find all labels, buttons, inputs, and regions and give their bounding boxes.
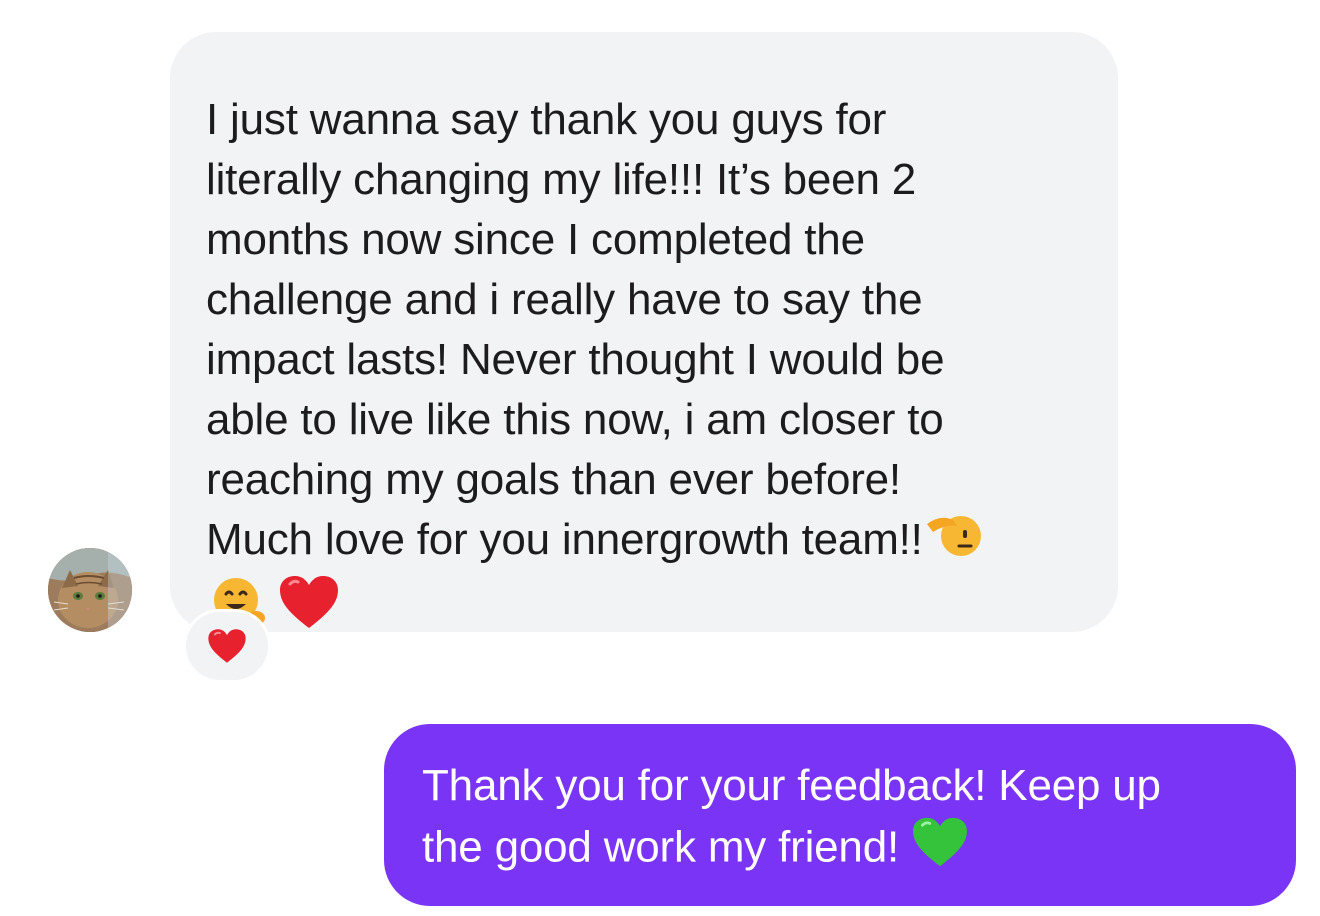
saluting-face-icon [923,510,981,574]
sender-avatar[interactable] [48,548,132,632]
red-heart-icon [278,574,340,646]
incoming-message-bubble[interactable]: I just wanna say thank you guys for lite… [170,32,1118,632]
incoming-line: able to live like this now, i am closer … [206,395,944,444]
heart-reaction[interactable] [183,609,271,683]
red-heart-icon [208,629,246,663]
incoming-line: I just wanna say thank you guys for [206,95,887,144]
incoming-line: challenge and i really have to say the [206,275,923,324]
outgoing-message-bubble[interactable]: Thank you for your feedback! Keep up the … [384,724,1296,906]
chat-thread: I just wanna say thank you guys for lite… [0,0,1320,916]
incoming-line: Much love for you innergrowth team!! [206,515,923,564]
incoming-line: literally changing my life!!! It’s been … [206,155,917,204]
incoming-line: months now since I completed the [206,215,865,264]
incoming-line: impact lasts! Never thought I would be [206,335,945,384]
incoming-message-text: I just wanna say thank you guys for lite… [206,90,1082,646]
green-heart-icon [911,816,969,884]
outgoing-message-text: Thank you for your feedback! Keep up the … [422,756,1256,884]
outgoing-line: the good work my friend! [422,822,899,872]
incoming-line: reaching my goals than ever before! [206,455,901,504]
cat-avatar-icon [48,548,132,632]
outgoing-line: Thank you for your feedback! Keep up [422,761,1161,810]
